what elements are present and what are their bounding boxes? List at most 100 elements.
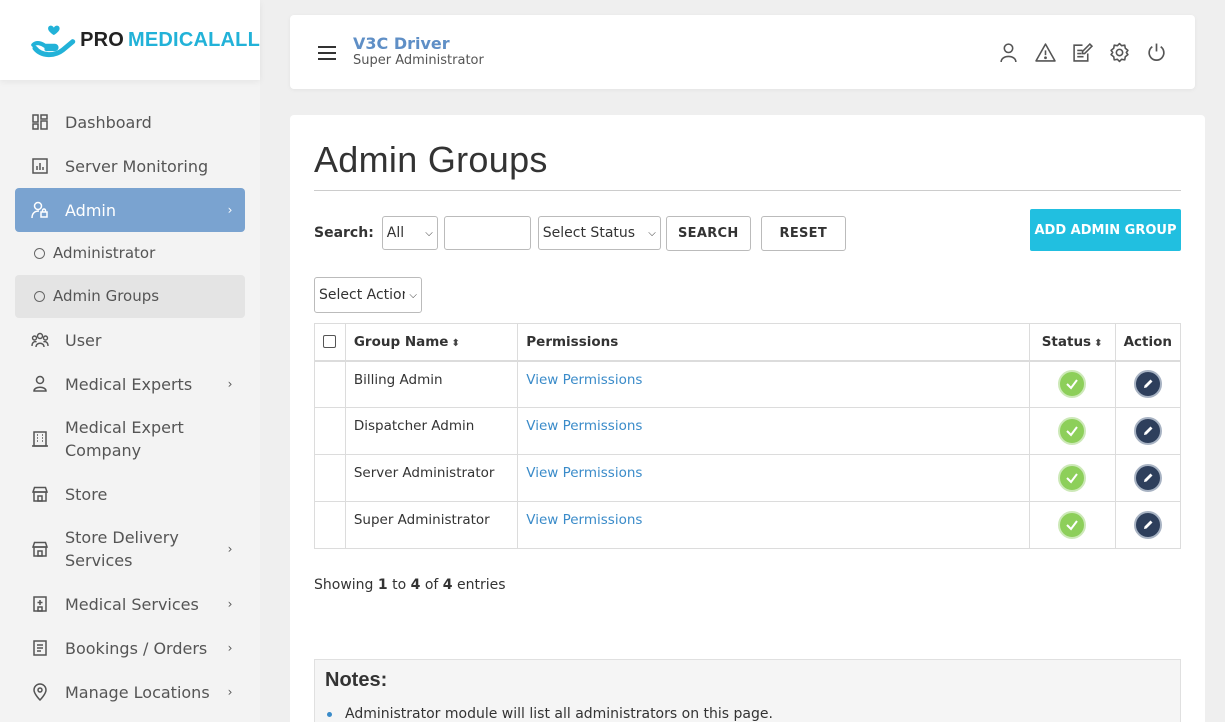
chart-icon — [31, 157, 49, 175]
sidebar-item-label: Medical Experts — [65, 374, 193, 394]
sidebar-item-bookings-orders[interactable]: Bookings / Orders › — [15, 626, 245, 670]
admin-groups-table: Group Name ⬍ Permissions Status ⬍ Action B… — [314, 323, 1182, 549]
group-name-cell: Server Administrator — [344, 454, 519, 502]
bulk-action-select[interactable]: Select Action ⌵ — [314, 277, 422, 313]
sidebar-item-dashboard[interactable]: Dashboard — [15, 100, 245, 144]
search-toolbar: Search: All ⌵ Select Status ⌵ SEARCH RES… — [314, 209, 1181, 251]
status-select-value: Select Status — [542, 225, 636, 241]
select-all-checkbox[interactable] — [323, 335, 337, 349]
view-permissions-link[interactable]: View Permissions — [526, 465, 642, 481]
sidebar-item-label: Store — [65, 484, 108, 504]
action-cell — [1114, 501, 1182, 549]
action-header: Action — [1114, 323, 1182, 362]
power-icon[interactable] — [1146, 42, 1167, 63]
sidebar-item-label: Admin Groups — [53, 287, 160, 305]
row-checkbox-cell — [314, 360, 346, 408]
status-cell — [1028, 454, 1116, 502]
sidebar-item-store[interactable]: Store — [15, 472, 245, 516]
group-name-cell: Billing Admin — [344, 360, 519, 408]
pagination-to: 4 — [410, 577, 421, 593]
permissions-header-label: Permissions — [526, 333, 619, 350]
warning-icon[interactable] — [1035, 42, 1056, 63]
top-header: V3C Driver Super Administrator — [290, 15, 1195, 89]
pagination-of-word: of — [424, 577, 439, 593]
edit-icon[interactable] — [1133, 464, 1162, 492]
main-content: Admin Groups Search: All ⌵ Select Status… — [290, 115, 1205, 722]
header-icons — [998, 42, 1167, 63]
bulk-action-value: Select Action — [319, 287, 405, 303]
status-active-icon[interactable] — [1058, 511, 1087, 539]
sidebar-item-label: Medical Services — [65, 594, 199, 614]
edit-icon[interactable] — [1133, 370, 1162, 399]
table-row: Super Administrator View Permissions — [314, 501, 1182, 549]
list-icon — [31, 639, 49, 657]
status-active-icon[interactable] — [1058, 417, 1087, 445]
sidebar-item-medical-services[interactable]: Medical Services › — [15, 582, 245, 626]
sidebar: PRO MEDICALALL Dashboard Server Monitorin… — [0, 0, 260, 722]
search-button[interactable]: SEARCH — [665, 215, 751, 251]
sidebar-item-server-monitoring[interactable]: Server Monitoring — [15, 144, 245, 188]
action-cell — [1114, 360, 1182, 408]
chevron-right-icon: › — [227, 597, 233, 611]
status-active-icon[interactable] — [1058, 464, 1087, 492]
users-icon — [31, 331, 49, 349]
view-permissions-link[interactable]: View Permissions — [526, 372, 642, 388]
sidebar-item-user[interactable]: User — [15, 318, 245, 362]
logo[interactable]: PRO MEDICALALL — [0, 0, 260, 80]
sidebar-item-label: Admin — [65, 200, 116, 220]
sidebar-item-medical-experts[interactable]: Medical Experts › — [15, 362, 245, 406]
person-icon — [31, 375, 49, 393]
view-permissions-link[interactable]: View Permissions — [526, 512, 642, 528]
user-icon[interactable] — [998, 42, 1019, 63]
status-active-icon[interactable] — [1058, 370, 1087, 399]
dashboard-icon — [31, 113, 49, 131]
search-input[interactable] — [443, 216, 531, 250]
group-name-cell: Super Administrator — [344, 501, 519, 549]
group-name-header-label: Group Name — [353, 333, 449, 350]
permissions-cell: View Permissions — [517, 407, 1030, 455]
circle-icon — [33, 291, 45, 303]
settings-icon[interactable] — [1109, 42, 1130, 63]
sidebar-item-manage-locations[interactable]: Manage Locations › — [15, 670, 245, 714]
menu-toggle-icon[interactable] — [318, 46, 336, 60]
status-header[interactable]: Status ⬍ — [1028, 323, 1116, 362]
hospital-icon — [31, 595, 49, 613]
sidebar-item-admin-groups[interactable]: Admin Groups — [15, 275, 245, 318]
location-icon — [31, 683, 49, 701]
app-name: V3C Driver — [353, 34, 450, 53]
add-admin-group-button[interactable]: ADD ADMIN GROUP — [1030, 209, 1181, 251]
search-label: Search: — [314, 225, 374, 241]
status-cell — [1028, 360, 1116, 408]
sidebar-menu: Dashboard Server Monitoring Admin › Admi… — [0, 100, 260, 714]
action-cell — [1114, 454, 1182, 502]
sidebar-item-label: Bookings / Orders — [65, 638, 208, 658]
sidebar-item-label: Server Monitoring — [65, 156, 209, 176]
select-all-cell — [314, 323, 346, 362]
action-header-label: Action — [1123, 333, 1172, 350]
chevron-right-icon: › — [227, 685, 233, 699]
chevron-down-icon: ⌵ — [409, 289, 417, 301]
group-name-cell: Dispatcher Admin — [344, 407, 519, 455]
reset-button[interactable]: RESET — [760, 215, 846, 251]
sidebar-item-administrator[interactable]: Administrator — [15, 232, 245, 275]
permissions-cell: View Permissions — [517, 360, 1030, 408]
sidebar-item-store-delivery-services[interactable]: Store Delivery Services › — [15, 516, 245, 582]
edit-note-icon[interactable] — [1072, 42, 1093, 63]
sidebar-item-admin[interactable]: Admin › — [15, 188, 245, 232]
table-header-row: Group Name ⬍ Permissions Status ⬍ Action — [314, 323, 1182, 362]
edit-icon[interactable] — [1133, 511, 1162, 539]
search-filter-select[interactable]: All ⌵ — [381, 216, 438, 250]
group-name-header[interactable]: Group Name ⬍ — [344, 323, 519, 362]
list-item: Administrator module will list all admin… — [327, 706, 1170, 722]
chevron-down-icon: ⌵ — [425, 227, 433, 239]
edit-icon[interactable] — [1133, 417, 1162, 445]
view-permissions-link[interactable]: View Permissions — [526, 418, 642, 434]
search-filter-value: All — [386, 225, 405, 241]
store-icon — [31, 540, 49, 558]
status-select[interactable]: Select Status ⌵ — [537, 216, 661, 250]
sidebar-item-label: Manage Locations — [65, 682, 210, 702]
page-title: Admin Groups — [314, 139, 1181, 191]
table-row: Server Administrator View Permissions — [314, 454, 1182, 502]
chevron-down-icon: ⌵ — [648, 227, 656, 239]
sidebar-item-medical-expert-company[interactable]: Medical Expert Company — [15, 406, 245, 472]
